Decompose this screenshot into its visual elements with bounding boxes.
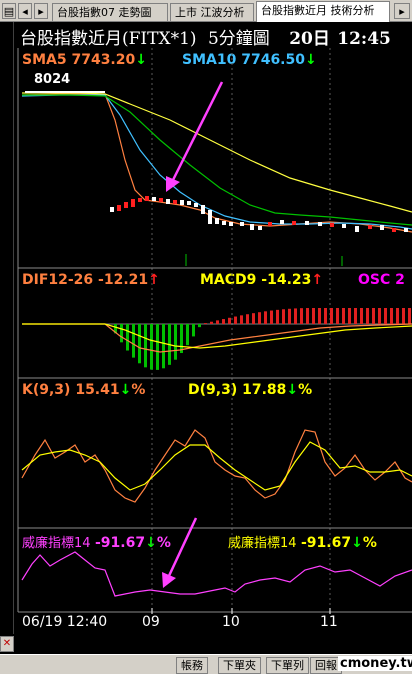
- osc-bar: [270, 310, 273, 324]
- osc-bar: [186, 324, 189, 346]
- d-line: [21, 441, 412, 491]
- osc-bar: [384, 308, 387, 324]
- osc-bar: [324, 308, 327, 324]
- x-axis-start-label: 06/19 12:40: [22, 614, 108, 630]
- wr-line: [21, 551, 412, 597]
- x-axis-tick-label: 11: [320, 614, 338, 630]
- osc-bar: [156, 324, 159, 370]
- osc-bar: [282, 309, 285, 324]
- close-icon[interactable]: ✕: [0, 636, 14, 652]
- sma5-line: [21, 93, 412, 233]
- osc-bar: [252, 313, 255, 324]
- volume-bars: [185, 254, 343, 266]
- osc-bar: [360, 308, 363, 324]
- order-folder-button[interactable]: 下單夾: [218, 657, 261, 674]
- osc-bar: [204, 323, 207, 324]
- osc-bar: [228, 317, 231, 324]
- osc-bar: [300, 308, 303, 324]
- osc-bar: [372, 308, 375, 324]
- chart-canvas: [17, 48, 412, 614]
- osc-bar: [342, 308, 345, 324]
- osc-bar: [174, 324, 177, 360]
- osc-bar: [216, 320, 219, 324]
- osc-bar: [126, 324, 129, 351]
- pointer-arrow: [166, 81, 224, 192]
- candlesticks: [25, 91, 408, 232]
- osc-bar: [330, 308, 333, 324]
- osc-bar: [240, 315, 243, 324]
- osc-bar: [120, 324, 123, 343]
- osc-bar: [138, 324, 141, 364]
- osc-bar: [132, 324, 135, 358]
- osc-bar: [192, 324, 195, 337]
- osc-bar: [378, 308, 381, 324]
- osc-bar: [318, 308, 321, 324]
- osc-bar: [234, 316, 237, 324]
- watermark: cmoney.tw: [338, 656, 412, 671]
- x-axis-tick-label: 09: [142, 614, 160, 630]
- osc-bar: [150, 324, 153, 370]
- account-button[interactable]: 帳務: [176, 657, 208, 674]
- macd-line: [22, 323, 412, 349]
- osc-bar: [354, 308, 357, 324]
- osc-bar: [336, 308, 339, 324]
- order-bar-button[interactable]: 下單列: [266, 657, 309, 674]
- osc-bar: [306, 308, 309, 324]
- osc-bar: [348, 308, 351, 324]
- osc-bar: [162, 324, 165, 369]
- osc-bar: [210, 321, 213, 324]
- osc-bar: [396, 308, 399, 324]
- sma20-line: [22, 94, 412, 226]
- osc-bar: [288, 308, 291, 324]
- osc-bar: [408, 308, 411, 324]
- osc-bar: [294, 308, 297, 324]
- chart-scrollbar[interactable]: ✕: [0, 634, 412, 654]
- dif-line: [22, 323, 412, 353]
- x-axis-ticks: [151, 608, 331, 614]
- osc-bar: [264, 311, 267, 324]
- osc-bar: [258, 312, 261, 324]
- osc-bar: [276, 309, 279, 324]
- osc-bar: [180, 324, 183, 354]
- osc-bar: [198, 324, 201, 328]
- osc-bar: [144, 324, 147, 368]
- osc-bar: [366, 308, 369, 324]
- sma10-line: [21, 94, 412, 230]
- osc-bar: [246, 314, 249, 324]
- sma60-line: [22, 92, 412, 213]
- x-axis-tick-label: 10: [222, 614, 240, 630]
- osc-bar: [222, 319, 225, 324]
- osc-bar: [312, 308, 315, 324]
- osc-bar: [390, 308, 393, 324]
- osc-bar: [402, 308, 405, 324]
